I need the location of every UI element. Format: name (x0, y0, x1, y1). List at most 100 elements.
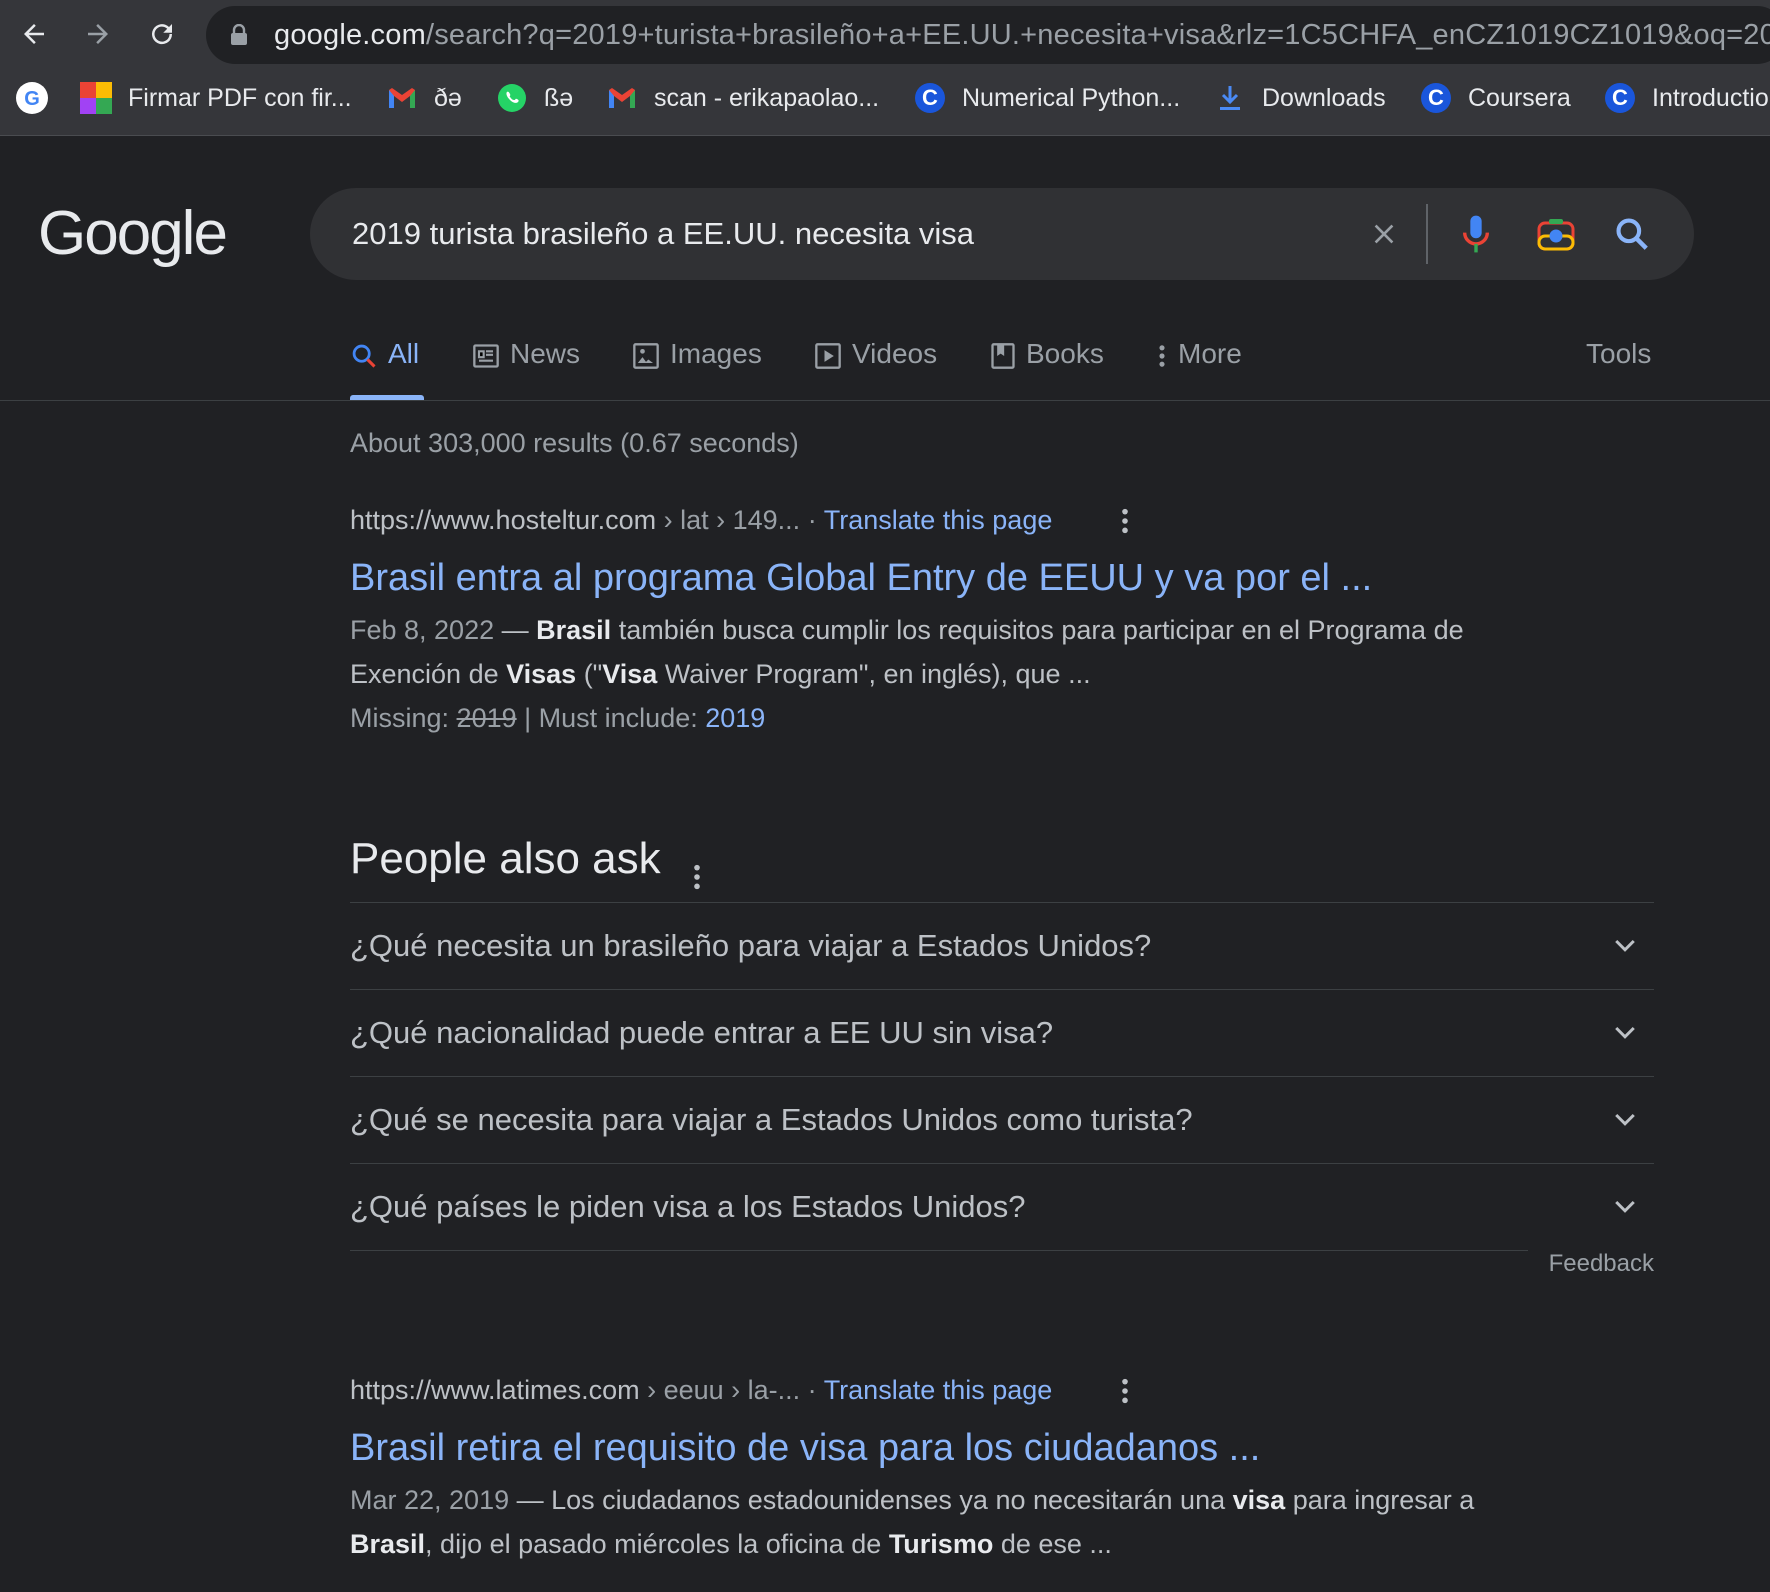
google-g-icon: G (16, 82, 48, 114)
url-path: /search?q=2019+turista+brasileño+a+EE.UU… (425, 19, 1770, 51)
feedback-link[interactable]: Feedback (1549, 1250, 1654, 1278)
coursera-c-icon: C (914, 82, 946, 114)
paa-bottom-divider (350, 1250, 1528, 1252)
tools-button[interactable]: Tools (1586, 330, 1651, 400)
bookmark-numerical-python[interactable]: C Numerical Python... (914, 74, 1180, 122)
arrow-right-icon (88, 24, 108, 44)
tab-images[interactable]: Images (632, 330, 762, 400)
bookmark-whatsapp[interactable]: ßə (496, 74, 573, 122)
tab-all[interactable]: All (350, 330, 424, 400)
bookmark-coursera[interactable]: C Coursera (1420, 74, 1571, 122)
result-title-link[interactable]: Brasil retira el requisito de visa para … (350, 1424, 1550, 1472)
forward-button[interactable] (76, 12, 120, 56)
more-vert-icon (1159, 345, 1165, 367)
image-search-button[interactable] (1532, 210, 1580, 258)
bookmark-label: Firmar PDF con fir... (128, 83, 352, 112)
gmail-icon (606, 82, 638, 114)
missing-term: 2019 (456, 703, 517, 733)
tab-label: All (388, 338, 420, 369)
arrow-left-icon (24, 24, 44, 44)
clear-button[interactable] (1360, 210, 1408, 258)
address-bar[interactable]: google.com/search?q=2019+turista+brasile… (206, 6, 1770, 64)
tab-news[interactable]: News (472, 330, 580, 400)
bookmark-gmail-scan[interactable]: scan - erikapaolao... (606, 74, 879, 122)
paa-question-text: ¿Qué nacionalidad puede entrar a EE UU s… (350, 1015, 1054, 1050)
browser-toolbar: google.com/search?q=2019+turista+brasile… (0, 0, 1770, 136)
paa-question[interactable]: ¿Qué necesita un brasileño para viajar a… (350, 902, 1654, 989)
paa-question[interactable]: ¿Qué países le piden visa a los Estados … (350, 1163, 1654, 1250)
news-icon (473, 344, 499, 368)
tab-label: Videos (852, 338, 938, 369)
paa-question[interactable]: ¿Qué nacionalidad puede entrar a EE UU s… (350, 989, 1654, 1076)
search-result: https://www.hosteltur.com › lat › 149...… (350, 500, 1550, 740)
result-citation[interactable]: https://www.hosteltur.com › lat › 149...… (350, 500, 1550, 540)
bookmark-introduction[interactable]: C Introductio (1604, 74, 1769, 122)
more-vert-icon (1122, 1378, 1128, 1404)
more-vert-icon (694, 864, 700, 890)
paa-question[interactable]: ¿Qué se necesita para viajar a Estados U… (350, 1076, 1654, 1163)
search-box[interactable]: 2019 turista brasileño a EE.UU. necesita… (310, 188, 1694, 280)
microphone-icon (1462, 215, 1490, 253)
search-button[interactable] (1608, 210, 1656, 258)
paa-heading: People also ask (350, 826, 1654, 902)
tab-books[interactable]: Books (990, 330, 1104, 400)
camera-lens-icon (1537, 219, 1575, 251)
search-result: https://www.latimes.com › eeuu › la-... … (350, 1370, 1550, 1566)
paa-options-button[interactable] (692, 844, 702, 910)
result-options-button[interactable] (1120, 506, 1130, 546)
active-tab-indicator (350, 395, 424, 400)
bookmarks-bar: G Firmar PDF con fir... ðə ßə scan - eri… (0, 74, 1770, 122)
tab-label: Images (670, 338, 762, 369)
must-include-label: Must include: (538, 703, 698, 733)
search-icon (1616, 218, 1648, 250)
colorful-grid-icon (80, 82, 112, 114)
citation-separator: · (807, 505, 824, 535)
coursera-c-icon: C (1420, 82, 1452, 114)
coursera-c-icon: C (1604, 82, 1636, 114)
tools-label: Tools (1586, 338, 1652, 369)
bookmark-label: Coursera (1468, 83, 1571, 112)
search-input[interactable]: 2019 turista brasileño a EE.UU. necesita… (352, 188, 974, 280)
result-title-link[interactable]: Brasil entra al programa Global Entry de… (350, 554, 1550, 602)
result-url-path: › lat › 149... (656, 505, 801, 535)
result-snippet: Feb 8, 2022 — Brasil también busca cumpl… (350, 615, 1464, 689)
bookmark-label: ßə (544, 83, 574, 112)
result-options-button[interactable] (1120, 1376, 1130, 1416)
bookmark-downloads[interactable]: Downloads (1214, 74, 1386, 122)
bookmark-label: Numerical Python... (962, 83, 1181, 112)
bookmark-gmail-1[interactable]: ðə (386, 74, 462, 122)
bookmark-label: scan - erikapaolao... (654, 83, 880, 112)
result-stats: About 303,000 results (0.67 seconds) (350, 428, 799, 458)
result-citation[interactable]: https://www.latimes.com › eeuu › la-... … (350, 1370, 1550, 1410)
must-include-link[interactable]: 2019 (705, 703, 765, 733)
reload-icon (152, 24, 173, 45)
search-divider (1426, 204, 1428, 264)
lock-icon (231, 24, 247, 45)
bookmark-google[interactable]: G (16, 74, 64, 122)
bookmark-firmar-pdf[interactable]: Firmar PDF con fir... (80, 74, 352, 122)
tab-more[interactable]: More (1156, 330, 1242, 400)
translate-link[interactable]: Translate this page (824, 505, 1053, 535)
bookmark-label: ðə (434, 83, 462, 112)
paa-heading-text: People also ask (350, 834, 661, 883)
missing-label: Missing: (350, 703, 450, 733)
tab-label: More (1178, 338, 1242, 369)
svg-text:G: G (24, 88, 40, 110)
url-text: google.com/search?q=2019+turista+brasile… (274, 6, 1770, 64)
chevron-down-icon (1615, 1200, 1635, 1213)
result-url-path: › eeuu › la-... (639, 1375, 801, 1405)
tab-label: Books (1026, 338, 1104, 369)
people-also-ask: People also ask ¿Qué necesita un brasile… (350, 826, 1654, 1277)
tab-videos[interactable]: Videos (814, 330, 937, 400)
google-logo[interactable]: Google (38, 198, 228, 269)
tab-label: News (510, 338, 581, 369)
bookmark-label: Introductio (1652, 83, 1769, 112)
result-site-url: https://www.hosteltur.com (350, 505, 657, 535)
search-icon (352, 344, 376, 368)
more-vert-icon (1122, 508, 1128, 534)
reload-button[interactable] (140, 12, 184, 56)
result-snippet: Mar 22, 2019 — Los ciudadanos estadounid… (350, 1485, 1475, 1559)
translate-link[interactable]: Translate this page (824, 1375, 1053, 1405)
voice-search-button[interactable] (1452, 210, 1500, 258)
back-button[interactable] (12, 12, 56, 56)
